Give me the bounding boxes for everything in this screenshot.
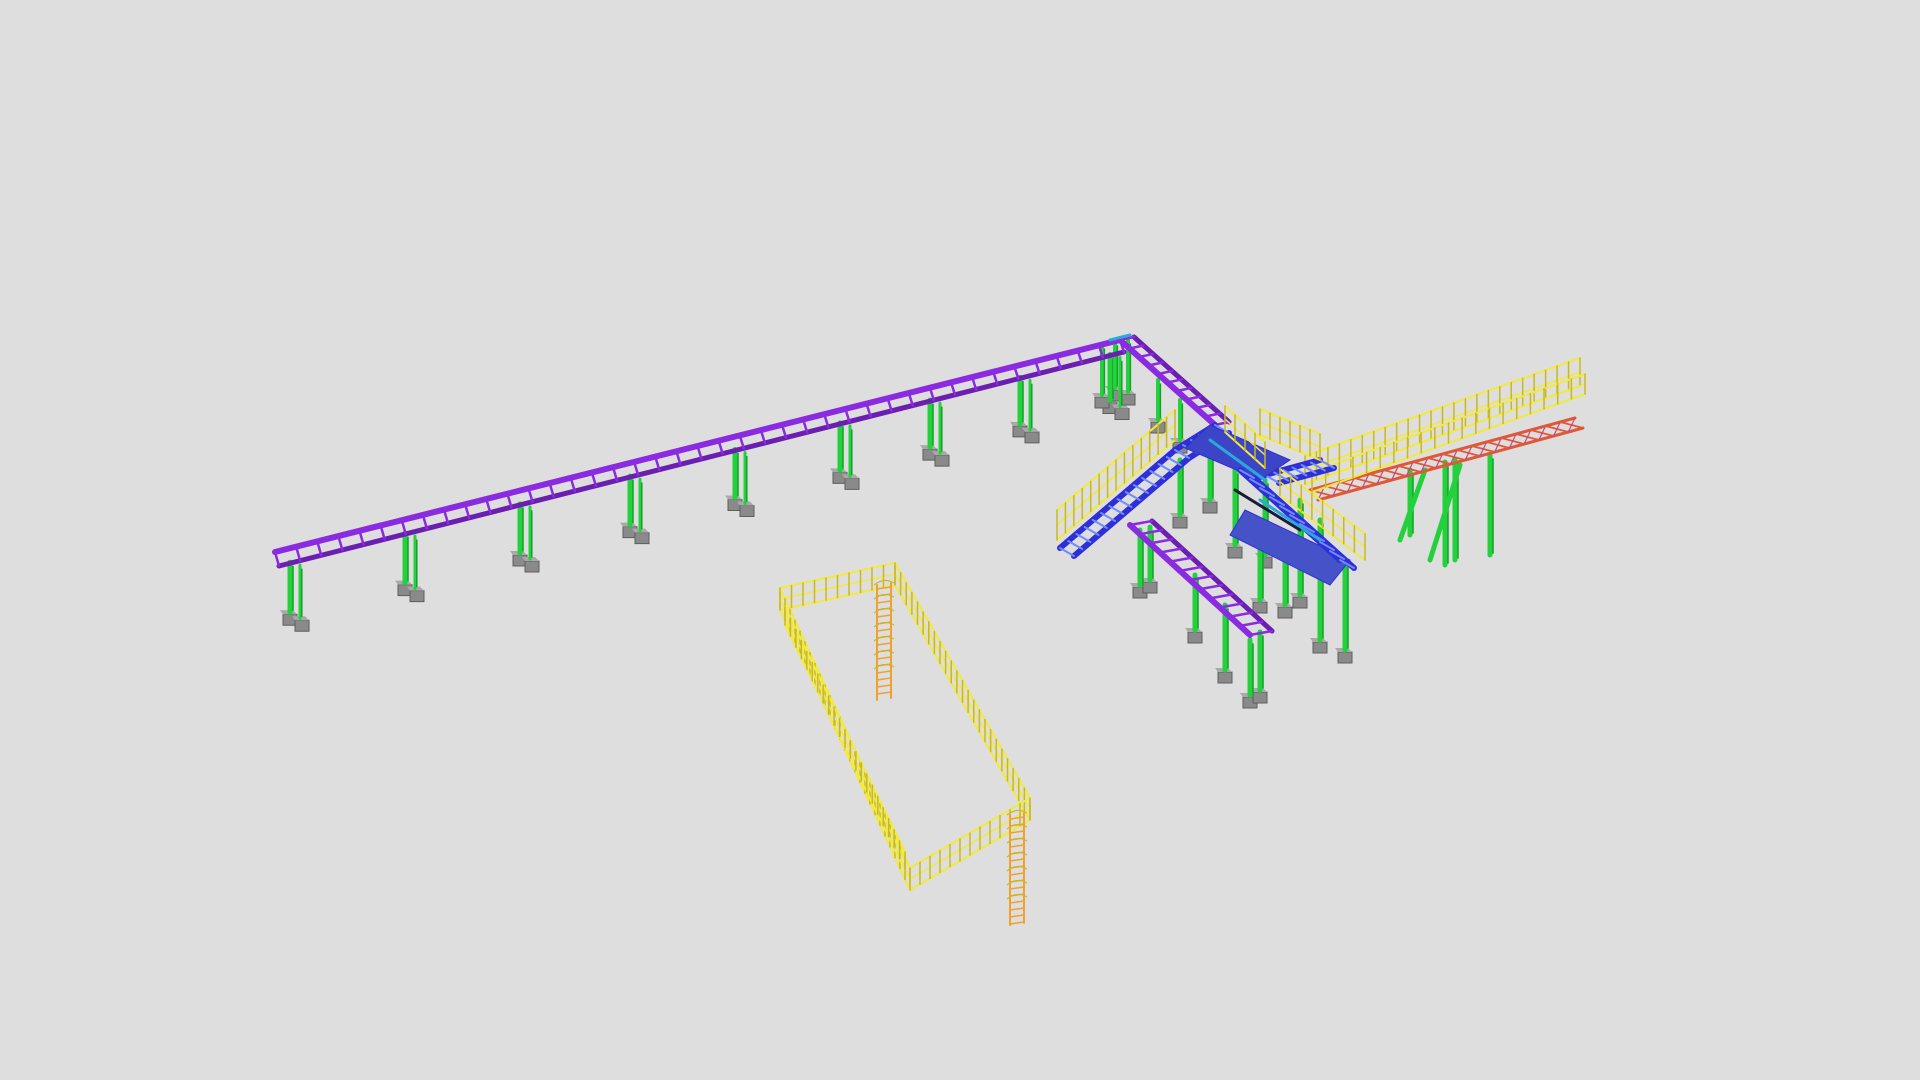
rack-corner-rung: [1194, 403, 1212, 410]
footing: [1337, 651, 1353, 664]
main-pipe-rack: [272, 333, 1232, 569]
ladder-south-rung: [1009, 858, 1025, 862]
branch-rung: [1208, 593, 1234, 600]
footing: [1024, 431, 1040, 444]
ladder-north-rung: [876, 600, 892, 604]
footing: [634, 532, 650, 545]
footing: [844, 477, 860, 490]
stair-tread: [1157, 463, 1174, 473]
column-footings: [280, 386, 1353, 709]
footing: [294, 619, 310, 632]
stair-tread: [1067, 540, 1084, 550]
ladder-north-rung: [876, 586, 892, 590]
branch-rung: [1198, 583, 1224, 591]
footing: [1172, 516, 1188, 529]
footing: [1114, 408, 1130, 421]
ladder-north-rung: [876, 614, 892, 618]
footing: [1217, 671, 1233, 684]
rack-corner-rung: [1166, 378, 1183, 384]
footing: [739, 505, 755, 518]
ladder-north-rung: [876, 684, 892, 688]
footing: [1252, 691, 1268, 704]
ladder-south-rung: [1009, 900, 1025, 904]
rack-corner-rung: [1156, 369, 1174, 376]
stair-tread: [1141, 477, 1158, 487]
stair-tread: [1059, 547, 1075, 557]
branch-rung: [1178, 565, 1204, 573]
stair-tread: [1091, 519, 1108, 529]
ladder-south-rung: [1009, 907, 1025, 911]
stair-tread: [1124, 491, 1141, 501]
stair-tread: [1075, 533, 1092, 543]
scene-canvas[interactable]: [0, 0, 1920, 1080]
footing: [1094, 396, 1110, 409]
ladder-south-rung: [1009, 921, 1025, 925]
ladder-south-rung: [1009, 816, 1025, 820]
footing: [1187, 631, 1203, 644]
footing: [1142, 581, 1158, 594]
branch-rung: [1228, 611, 1254, 618]
footing: [1120, 393, 1136, 406]
branch-rung: [1128, 519, 1154, 527]
ladder-north-rung: [876, 677, 892, 681]
footing: [524, 560, 540, 573]
footing: [1227, 546, 1243, 559]
rack-corner-rung: [1185, 395, 1202, 401]
ladder-north-rung: [876, 670, 892, 674]
branch-rung: [1158, 547, 1184, 554]
ladder-north-rung: [876, 628, 892, 632]
stair-tread: [1149, 470, 1166, 480]
ladder-south-rung: [1009, 844, 1025, 848]
ladder-north-rung: [876, 642, 892, 646]
stair-tread: [1116, 498, 1133, 508]
rack-corner-rung: [1137, 352, 1155, 359]
branch-rung: [1168, 556, 1194, 563]
rack-corner-rung: [1175, 386, 1193, 393]
ladder-north-rung: [876, 691, 892, 695]
ladder-south-rung: [1009, 886, 1025, 890]
rack-corner-rung: [1204, 412, 1221, 418]
footing: [934, 454, 950, 467]
footing: [1277, 606, 1293, 619]
branch-rung: [1238, 620, 1264, 628]
stair-tread: [1132, 484, 1149, 494]
handrail-platform: [779, 562, 1031, 891]
ladder-south-rung: [1009, 872, 1025, 876]
stair-tread: [1100, 512, 1117, 522]
rack-corner-rung: [1147, 361, 1164, 367]
stair-tread: [1083, 526, 1100, 536]
footing: [409, 590, 425, 603]
footing: [1202, 501, 1218, 514]
footing: [1292, 596, 1308, 609]
footing: [1312, 641, 1328, 654]
footing: [1252, 601, 1268, 614]
ladder-south-rung: [1009, 914, 1025, 918]
ladder-north-rung: [876, 656, 892, 660]
3d-viewport[interactable]: [0, 0, 1920, 1080]
stair-tread: [1108, 505, 1125, 515]
rack-corner-rung: [1128, 344, 1145, 350]
